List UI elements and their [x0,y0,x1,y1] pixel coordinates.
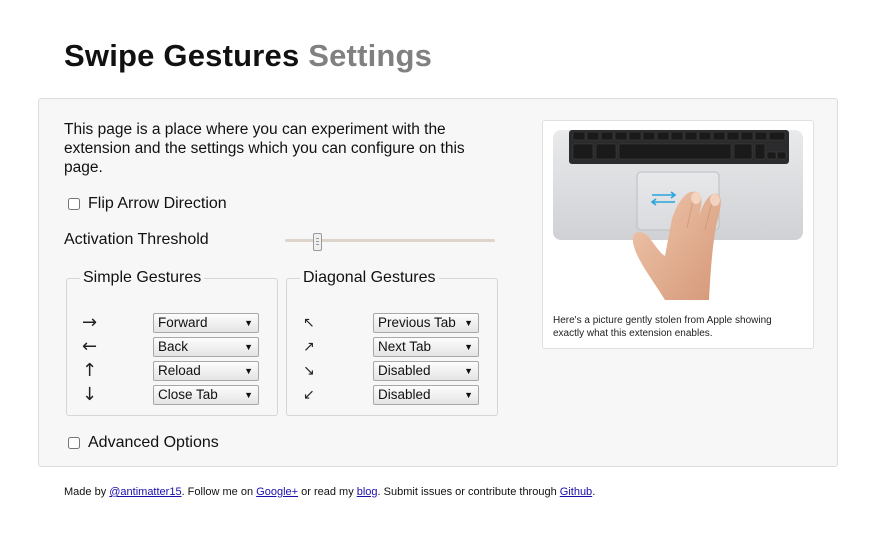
gesture-row-left: ← Back ▼ [67,337,277,359]
gesture-select-value: Disabled [378,387,431,402]
arrow-down-left-icon: ↙ [303,387,315,403]
gesture-row-down: ↓ Close Tab ▼ [67,385,277,407]
gesture-select-value: Forward [158,315,208,330]
footer: Made by @antimatter15. Follow me on Goog… [64,486,595,498]
gesture-select-right[interactable]: Forward ▼ [153,313,259,333]
advanced-options-option[interactable]: Advanced Options [68,434,219,452]
caret-down-icon: ▼ [464,342,473,352]
page-title: Swipe Gestures Settings [64,38,432,74]
arrow-right-icon: → [82,312,98,333]
flip-arrow-label: Flip Arrow Direction [88,195,227,212]
threshold-label: Activation Threshold [64,231,209,248]
page-title-main: Swipe Gestures [64,38,300,73]
gesture-row-up-left: ↖ Previous Tab ▼ [287,313,497,335]
settings-panel: This page is a place where you can exper… [38,98,838,467]
gesture-select-value: Back [158,339,189,354]
gesture-select-value: Disabled [378,363,431,378]
gesture-select-left[interactable]: Back ▼ [153,337,259,357]
gesture-select-up[interactable]: Reload ▼ [153,361,259,381]
flip-arrow-checkbox[interactable] [68,198,80,210]
arrow-left-icon: ← [82,336,98,357]
gesture-select-value: Next Tab [378,339,432,354]
arrow-up-right-icon: ↗ [303,339,315,355]
arrow-up-icon: ↑ [82,360,98,381]
caret-down-icon: ▼ [244,342,253,352]
caret-down-icon: ▼ [464,390,473,400]
blog-link[interactable]: blog [357,486,378,498]
trackpad-illustration [553,130,803,300]
intro-text: This page is a place where you can exper… [64,121,465,176]
trackpad-figure: Here's a picture gently stolen from Appl… [542,120,814,349]
gesture-row-up: ↑ Reload ▼ [67,361,277,383]
gesture-select-value: Reload [158,363,201,378]
diagonal-gestures-group: Diagonal Gestures ↖ Previous Tab ▼ ↗ Next… [286,269,498,416]
gesture-select-down-left[interactable]: Disabled ▼ [373,385,479,405]
slider-thumb[interactable] [312,233,322,251]
caret-down-icon: ▼ [244,318,253,328]
gesture-select-value: Close Tab [158,387,218,402]
diagonal-gestures-legend: Diagonal Gestures [303,269,436,286]
gesture-select-down[interactable]: Close Tab ▼ [153,385,259,405]
gesture-select-up-left[interactable]: Previous Tab ▼ [373,313,479,333]
caret-down-icon: ▼ [244,366,253,376]
advanced-options-checkbox[interactable] [68,437,80,449]
caret-down-icon: ▼ [244,390,253,400]
flip-arrow-option[interactable]: Flip Arrow Direction [68,195,227,213]
arrow-down-right-icon: ↘ [303,363,315,379]
footer-text: . [592,486,596,498]
gesture-row-down-left: ↙ Disabled ▼ [287,385,497,407]
gesture-select-up-right[interactable]: Next Tab ▼ [373,337,479,357]
gesture-select-down-right[interactable]: Disabled ▼ [373,361,479,381]
threshold-slider[interactable] [285,233,495,251]
page-title-accent: Settings [308,38,433,73]
gesture-row-right: → Forward ▼ [67,313,277,335]
google-plus-link[interactable]: Google+ [256,486,298,498]
arrow-up-left-icon: ↖ [303,315,315,331]
footer-text: Made by [64,486,110,498]
caret-down-icon: ▼ [464,318,473,328]
gesture-select-value: Previous Tab [378,315,456,330]
gesture-row-down-right: ↘ Disabled ▼ [287,361,497,383]
simple-gestures-group: Simple Gestures → Forward ▼ ← Back ▼ ↑ Rel… [66,269,278,416]
advanced-options-label: Advanced Options [88,434,219,451]
figure-caption: Here's a picture gently stolen from Appl… [553,315,772,339]
author-link[interactable]: @antimatter15 [109,486,181,498]
gesture-row-up-right: ↗ Next Tab ▼ [287,337,497,359]
trackpad-image [553,130,803,300]
footer-text: . Submit issues or contribute through [377,486,560,498]
arrow-down-icon: ↓ [82,384,98,405]
github-link[interactable]: Github [560,486,592,498]
footer-text: or read my [298,486,357,498]
simple-gestures-legend: Simple Gestures [83,269,202,286]
caret-down-icon: ▼ [464,366,473,376]
footer-text: . Follow me on [181,486,257,498]
